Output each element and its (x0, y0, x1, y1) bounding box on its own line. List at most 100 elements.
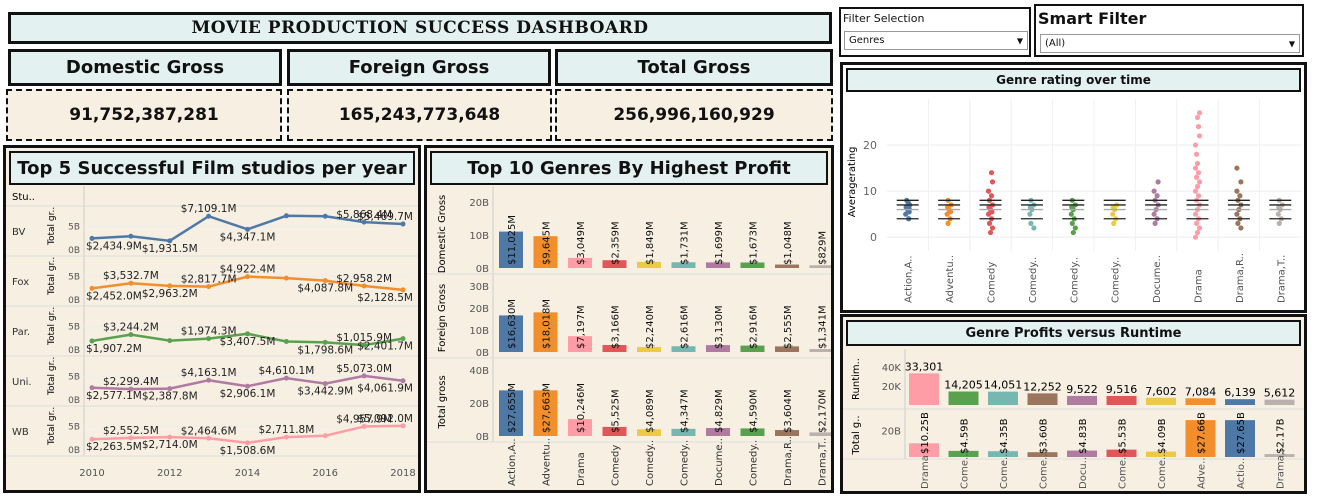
data-label: $1,699M (714, 221, 725, 265)
data-label: $4,089M (645, 389, 656, 433)
x-tick-label: Come.. (1157, 454, 1168, 489)
bar (1264, 399, 1295, 405)
studio-label: WB (12, 427, 29, 438)
x-tick-label: Drama (920, 455, 931, 489)
kpi-value-total: 256,996,160,929 (555, 89, 833, 141)
data-label: $1,673M (749, 221, 760, 265)
x-tick-label: Comedy.. (1069, 257, 1080, 303)
x-tick-label: Action,A.. (904, 255, 915, 303)
studio-label: BV (12, 227, 26, 238)
data-label: $2,128.5M (357, 292, 413, 304)
x-tick-label: Comedy (611, 445, 622, 486)
data-point (1238, 179, 1244, 185)
filter-selection-label: Filter Selection (843, 12, 925, 25)
data-label: $7,197M (576, 305, 587, 349)
data-point (322, 433, 328, 439)
data-label: $4.09B (1157, 418, 1168, 454)
data-point (1196, 110, 1203, 116)
data-label: $27.65B (1236, 412, 1247, 454)
data-label: $4.35B (999, 418, 1010, 454)
data-label: $5.53B (1118, 418, 1129, 454)
data-point (989, 179, 996, 185)
data-point (1151, 211, 1157, 217)
x-tick-label: Docume.. (1152, 255, 1163, 303)
x-tick-label: Actio.. (1236, 458, 1247, 489)
data-label: 9,522 (1066, 383, 1098, 396)
y-axis-label: Averagerating (847, 147, 858, 218)
smart-filter-dropdown[interactable]: (All) ▼ (1040, 34, 1300, 53)
data-label: $1,341M (818, 305, 829, 349)
data-label: $4,347M (680, 389, 691, 433)
data-label: $4,829M (714, 389, 725, 433)
data-point (1154, 193, 1160, 199)
data-label: $5,073.0M (336, 363, 392, 375)
data-point (283, 338, 289, 344)
data-point (1069, 220, 1075, 226)
data-point (1072, 225, 1078, 231)
x-tick-label: Come.. (960, 454, 971, 489)
x-tick-label: 2010 (79, 468, 104, 479)
data-label: $3,166M (611, 305, 622, 349)
data-point (1192, 211, 1199, 217)
studio-label: Fox (12, 277, 29, 288)
data-label: $2,958.2M (336, 273, 392, 285)
y-axis-label: Total gr.. (47, 307, 57, 346)
y-tick-label: 0B (68, 246, 80, 256)
data-label: $4,590M (749, 389, 760, 433)
data-label: $2,452.0M (86, 290, 142, 302)
y-tick-label: 0B (68, 296, 80, 306)
genres-title: Top 10 Genres By Highest Profit (430, 151, 828, 185)
data-label: $2,906.1M (220, 388, 276, 400)
data-point (945, 220, 951, 226)
y-axis-label: Total g.. (851, 415, 862, 455)
data-label: $2,401.7M (357, 341, 413, 353)
runtime-title: Genre Profits versus Runtime (846, 320, 1301, 346)
data-label: 33,301 (905, 360, 944, 373)
data-label: $27,663M (542, 383, 553, 433)
data-label: $4,061.9M (357, 383, 413, 395)
studios-panel: Top 5 Successful Film studios per year S… (3, 145, 421, 493)
data-label: $1,798.6M (297, 344, 353, 356)
data-label: $2,916M (749, 305, 760, 349)
data-label: $2,711.8M (258, 424, 314, 436)
data-point (1194, 160, 1201, 167)
data-label: $11,025M (507, 215, 518, 265)
data-point (985, 188, 992, 194)
data-point (1192, 234, 1199, 240)
data-point (1276, 220, 1282, 226)
data-point (1155, 179, 1161, 185)
runtime-panel: Genre Profits versus Runtime Runtim.. Tot… (840, 314, 1307, 494)
kpi-label-domestic: Domestic Gross (8, 49, 282, 86)
x-tick-label: Comedy (987, 262, 998, 303)
x-tick-label: Action,A.. (507, 438, 518, 486)
data-point (1152, 220, 1158, 226)
y-tick-label: 0B (68, 396, 80, 406)
data-label: $2,434.9M (86, 240, 142, 252)
data-label: $2,359M (611, 221, 622, 265)
kpi-label-total: Total Gross (555, 49, 833, 86)
data-label: $2,464.6M (181, 425, 237, 437)
chevron-down-icon: ▼ (1288, 39, 1295, 48)
data-point (1194, 114, 1201, 121)
data-point (1195, 170, 1202, 176)
data-point (1070, 229, 1076, 236)
y-tick-label: 20B (469, 399, 489, 410)
data-label: $1,931.5M (142, 243, 198, 255)
dashboard-title: MOVIE PRODUCTION SUCCESS DASHBOARD (8, 12, 832, 44)
data-label: 7,084 (1185, 385, 1217, 398)
x-tick-label: Adventu.. (542, 438, 553, 486)
data-label: 6,139 (1224, 386, 1256, 399)
y-axis-label: Total gr.. (47, 357, 57, 396)
data-label: 12,252 (1023, 380, 1062, 393)
bar (1225, 399, 1255, 405)
filter-selection-dropdown[interactable]: Genres ▼ (844, 31, 1028, 50)
x-tick-label: Come.. (1039, 454, 1050, 489)
y-tick-label: 0B (68, 446, 80, 456)
runtime-bar-chart: Runtim.. Total g.. 40K 20K 20B 33,30114,205 14… (843, 349, 1304, 489)
data-point (906, 206, 912, 212)
rating-scatter-chart: Averagerating 20 10 0 Action,A.. Adventu.. Com… (847, 99, 1301, 303)
data-point (986, 220, 993, 226)
data-label: 14,205 (944, 379, 983, 392)
data-point (1193, 174, 1200, 180)
data-point (1237, 193, 1243, 199)
